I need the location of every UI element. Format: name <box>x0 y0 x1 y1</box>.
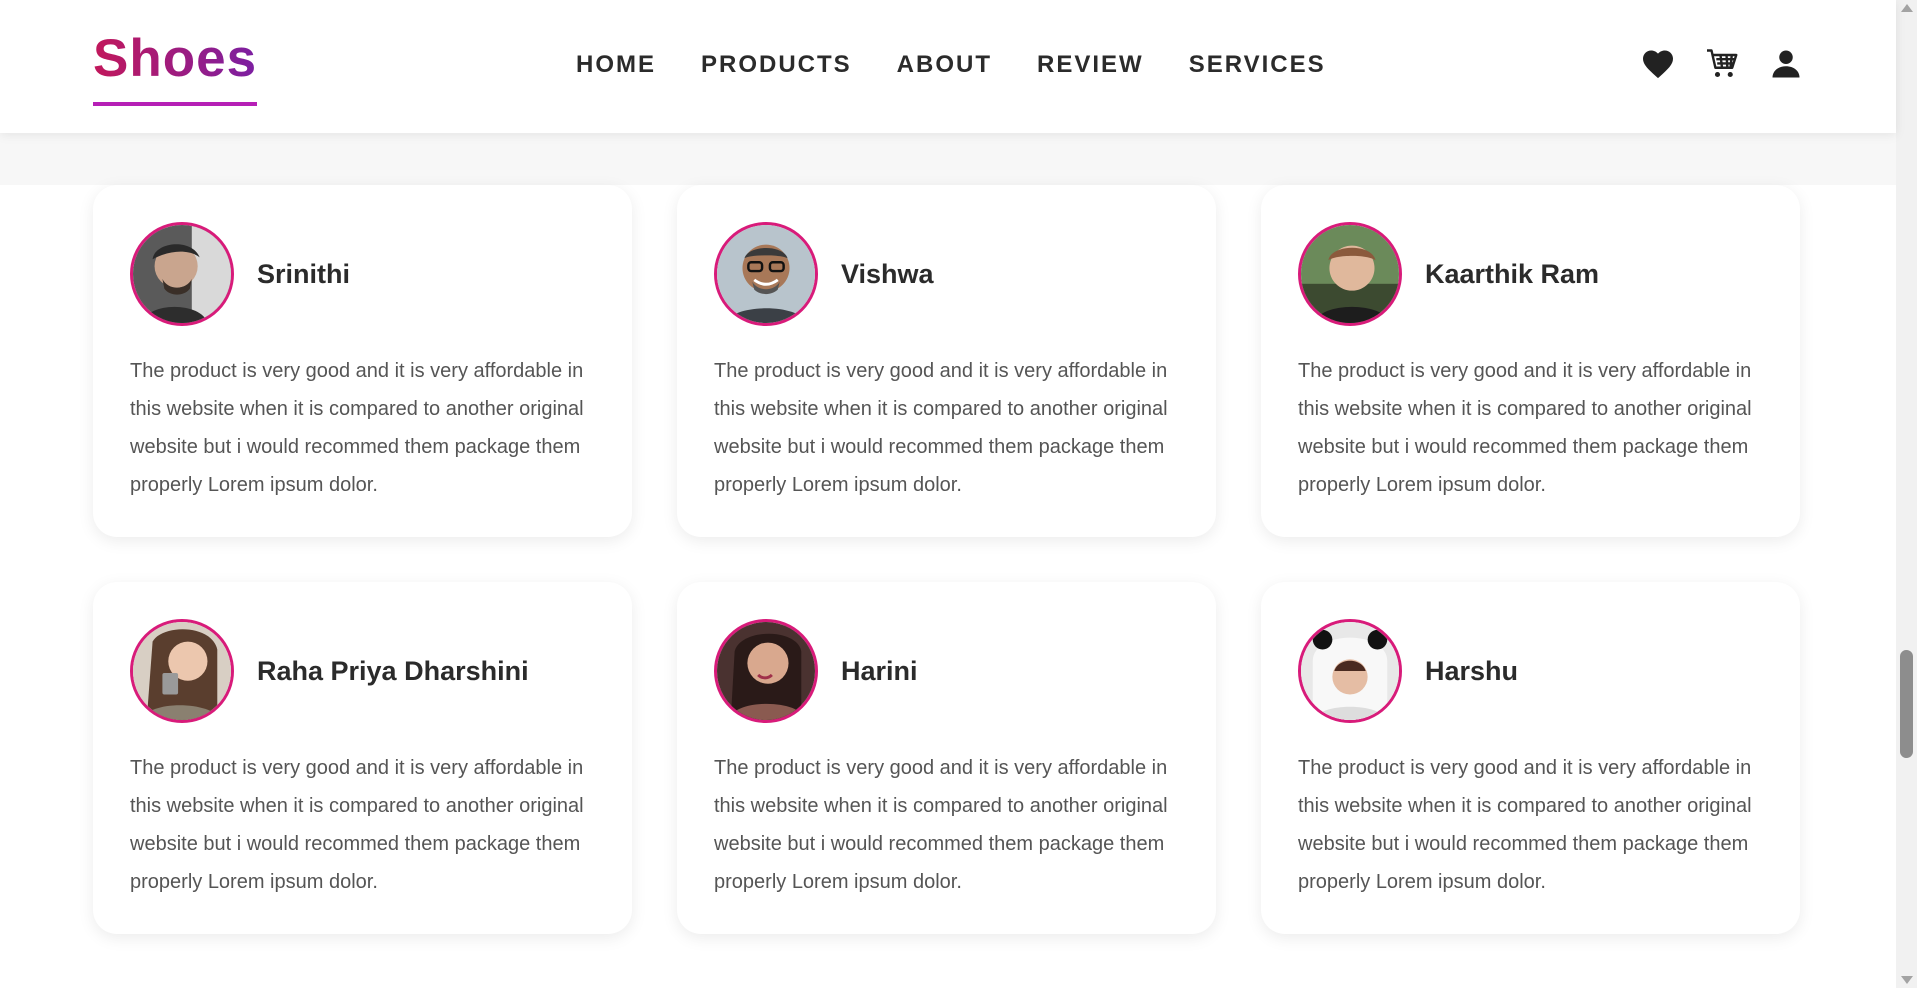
review-card: Srinithi The product is very good and it… <box>93 185 632 537</box>
review-text: The product is very good and it is very … <box>714 757 1168 893</box>
avatar <box>1298 619 1402 723</box>
review-text: The product is very good and it is very … <box>130 360 584 496</box>
reviewer-name: Vishwa <box>841 258 934 289</box>
review-card: Vishwa The product is very good and it i… <box>677 185 1216 537</box>
reviewer-name: Raha Priya Dharshini <box>257 655 529 686</box>
site-header: Shoes HOME PRODUCTS ABOUT REVIEW SERVICE… <box>0 0 1896 133</box>
scroll-up-arrow[interactable] <box>1901 4 1913 12</box>
reviewer-name: Kaarthik Ram <box>1425 258 1600 289</box>
nav-services[interactable]: SERVICES <box>1189 50 1326 80</box>
review-card: Harini The product is very good and it i… <box>677 582 1216 934</box>
vertical-scrollbar[interactable] <box>1896 0 1917 988</box>
nav-home[interactable]: HOME <box>576 50 656 80</box>
review-text: The product is very good and it is very … <box>130 757 584 893</box>
logo[interactable]: Shoes <box>93 28 258 106</box>
review-text: The product is very good and it is very … <box>1298 360 1752 496</box>
reviewer-name: Harini <box>841 655 918 686</box>
review-card: Harshu The product is very good and it i… <box>1261 582 1800 934</box>
section-gap <box>0 133 1896 185</box>
avatar <box>130 619 234 723</box>
review-section: Srinithi The product is very good and it… <box>0 185 1896 988</box>
reviewer-name: Srinithi <box>257 258 350 289</box>
user-icon[interactable] <box>1768 46 1804 82</box>
nav-about[interactable]: ABOUT <box>897 50 992 80</box>
avatar <box>714 222 818 326</box>
header-icons <box>1640 46 1804 82</box>
review-grid: Srinithi The product is very good and it… <box>93 185 1800 934</box>
avatar <box>1298 222 1402 326</box>
review-text: The product is very good and it is very … <box>714 360 1168 496</box>
avatar <box>714 619 818 723</box>
scroll-down-arrow[interactable] <box>1901 976 1913 984</box>
nav-products[interactable]: PRODUCTS <box>701 50 852 80</box>
reviewer-name: Harshu <box>1425 655 1519 686</box>
review-card: Raha Priya Dharshini The product is very… <box>93 582 632 934</box>
cart-icon[interactable] <box>1704 46 1740 82</box>
main-nav: HOME PRODUCTS ABOUT REVIEW SERVICES <box>576 50 1326 80</box>
nav-review[interactable]: REVIEW <box>1037 50 1144 80</box>
avatar <box>130 222 234 326</box>
scroll-thumb[interactable] <box>1900 650 1913 758</box>
review-text: The product is very good and it is very … <box>1298 757 1752 893</box>
review-card: Kaarthik Ram The product is very good an… <box>1261 185 1800 537</box>
heart-icon[interactable] <box>1640 46 1676 82</box>
